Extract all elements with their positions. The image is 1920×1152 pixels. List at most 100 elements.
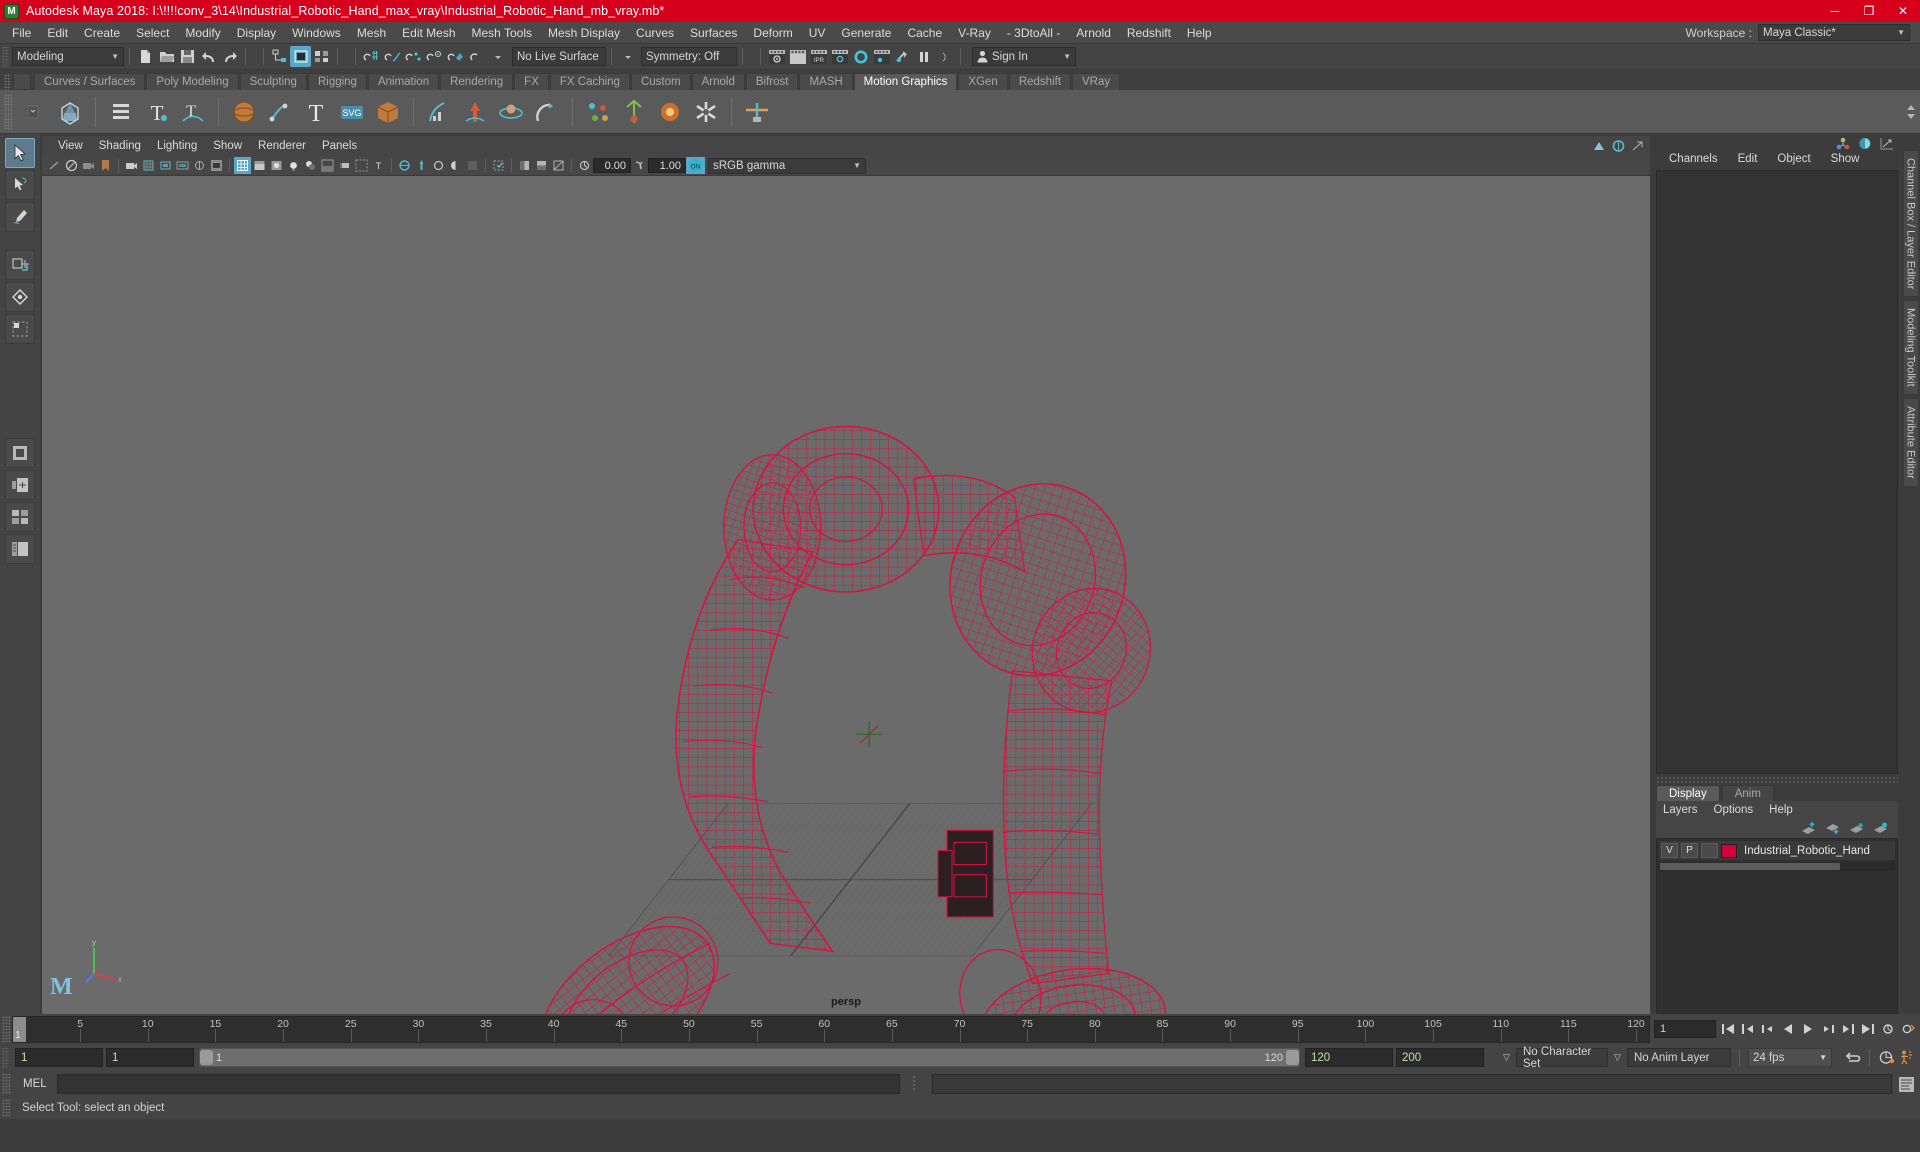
- render-view-button[interactable]: [871, 46, 892, 67]
- use-all-lights-icon[interactable]: [285, 157, 302, 174]
- tab-anim-layers[interactable]: Anim: [1722, 785, 1774, 801]
- redo-button[interactable]: [219, 46, 240, 67]
- lasso-select-tool[interactable]: [5, 170, 35, 200]
- move-tool[interactable]: [5, 250, 35, 280]
- playback-options-icon[interactable]: [1879, 1020, 1896, 1038]
- playback-end-time-field[interactable]: 120: [1305, 1048, 1393, 1067]
- view-transform-c-icon[interactable]: [550, 157, 567, 174]
- menu-3dtoall[interactable]: - 3DtoAll -: [999, 24, 1068, 42]
- mash-svg-icon[interactable]: SVG: [334, 94, 370, 130]
- maximize-button[interactable]: ❐: [1852, 0, 1886, 22]
- motion-blur-icon[interactable]: [336, 157, 353, 174]
- scrollbar-thumb[interactable]: [1660, 863, 1840, 870]
- channel-box-toggle-icon[interactable]: [1836, 137, 1850, 150]
- shelf-scroll-down-button[interactable]: [1906, 113, 1916, 120]
- menu-uv[interactable]: UV: [801, 24, 834, 42]
- camera-attributes-icon[interactable]: [80, 157, 97, 174]
- tab-display-layers[interactable]: Display: [1656, 785, 1720, 801]
- vtab-attribute-editor[interactable]: Attribute Editor: [1903, 398, 1919, 487]
- shelf-tab-rigging[interactable]: Rigging: [308, 73, 367, 90]
- layer-menu-help[interactable]: Help: [1762, 803, 1800, 817]
- menu-edit[interactable]: Edit: [39, 24, 76, 42]
- layer-menu-layers[interactable]: Layers: [1656, 803, 1705, 817]
- menu-create[interactable]: Create: [76, 24, 128, 42]
- select-object-button[interactable]: [290, 46, 311, 67]
- range-slider-bar[interactable]: 1 120: [199, 1048, 1300, 1067]
- loop-playback-icon[interactable]: [1844, 1049, 1861, 1067]
- go-to-end-icon[interactable]: [1859, 1020, 1876, 1038]
- shelf-scroll-up-button[interactable]: [1906, 104, 1916, 111]
- move-layer-down-icon[interactable]: [1825, 822, 1840, 835]
- mash-random-icon[interactable]: [580, 94, 616, 130]
- image-plane-icon[interactable]: [123, 157, 140, 174]
- resolution-gate-icon[interactable]: [174, 157, 191, 174]
- animation-preferences-window-icon[interactable]: [1898, 1049, 1920, 1067]
- channelbox-menu-edit[interactable]: Edit: [1729, 152, 1767, 166]
- script-editor-icon[interactable]: [1896, 1074, 1916, 1094]
- layer-visibility-toggle[interactable]: V: [1661, 843, 1678, 858]
- anim-layer-dropdown-icon[interactable]: ▽: [1611, 1048, 1624, 1067]
- sign-in-combo[interactable]: Sign In ▼: [972, 47, 1076, 66]
- layout-four-pane-icon[interactable]: [5, 502, 35, 532]
- command-language-label[interactable]: MEL: [13, 1078, 57, 1090]
- playback-speed-combo[interactable]: 24 fps ▼: [1748, 1048, 1832, 1067]
- menu-generate[interactable]: Generate: [833, 24, 899, 42]
- layer-list-horizontal-scrollbar[interactable]: [1659, 862, 1895, 871]
- live-surface-field[interactable]: No Live Surface: [512, 47, 606, 66]
- play-forwards-icon[interactable]: [1799, 1020, 1816, 1038]
- viewport-menu-shading[interactable]: Shading: [91, 139, 149, 153]
- animation-start-time-field[interactable]: 1: [15, 1048, 103, 1067]
- ipr-render-button[interactable]: IPR: [808, 46, 829, 67]
- mash-text-t-icon[interactable]: T: [298, 94, 334, 130]
- mash-influence-icon[interactable]: [652, 94, 688, 130]
- shelf-overflow-button[interactable]: [16, 94, 52, 130]
- layer-menu-options[interactable]: Options: [1707, 803, 1761, 817]
- animation-end-time-field[interactable]: 200: [1396, 1048, 1484, 1067]
- menuset-combo[interactable]: Modeling ▼: [12, 47, 124, 66]
- symmetry-dropdown[interactable]: [617, 46, 638, 67]
- shelf-tab-custom[interactable]: Custom: [631, 73, 691, 90]
- playback-start-time-field[interactable]: 1: [106, 1048, 194, 1067]
- panel-restore-icon[interactable]: [1593, 140, 1606, 152]
- texture-icon[interactable]: T: [370, 157, 387, 174]
- mash-type-icon[interactable]: T: [139, 94, 175, 130]
- auto-keyframe-icon[interactable]: [1878, 1049, 1895, 1067]
- save-scene-button[interactable]: [177, 46, 198, 67]
- current-frame-field[interactable]: 1: [1654, 1020, 1716, 1038]
- menu-help[interactable]: Help: [1179, 24, 1220, 42]
- bookmark-icon[interactable]: [97, 157, 114, 174]
- channelbox-menu-object[interactable]: Object: [1768, 152, 1819, 166]
- shelf-tab-rendering[interactable]: Rendering: [440, 73, 513, 90]
- statusline-grip[interactable]: [2, 46, 9, 68]
- range-slider-grip[interactable]: [2, 1047, 9, 1069]
- exposure-field[interactable]: 0.00: [593, 158, 631, 173]
- shelf-tab-animation[interactable]: Animation: [368, 73, 439, 90]
- channelbox-menu-channels[interactable]: Channels: [1660, 152, 1727, 166]
- select-component-button[interactable]: [311, 46, 332, 67]
- mash-arc-icon[interactable]: [529, 94, 565, 130]
- light-editor-button[interactable]: [892, 46, 913, 67]
- channelbox-menu-show[interactable]: Show: [1822, 152, 1869, 166]
- vtab-modeling-toolkit[interactable]: Modeling Toolkit: [1903, 300, 1919, 395]
- shelf-grip[interactable]: [4, 74, 11, 90]
- isolate-select-icon[interactable]: [490, 157, 507, 174]
- shelf-icon-grip[interactable]: [4, 94, 12, 130]
- wireframe-shading-icon[interactable]: [234, 157, 251, 174]
- range-end-handle[interactable]: [1286, 1050, 1299, 1065]
- view-transform-toggle[interactable]: ON: [686, 157, 705, 174]
- menu-redshift[interactable]: Redshift: [1119, 24, 1179, 42]
- command-output-field[interactable]: [932, 1074, 1892, 1094]
- mash-signal-icon[interactable]: [616, 94, 652, 130]
- close-button[interactable]: ✕: [1886, 0, 1920, 22]
- mash-flight-icon[interactable]: [457, 94, 493, 130]
- shelf-tab-xgen[interactable]: XGen: [958, 73, 1007, 90]
- redo-render-button[interactable]: [787, 46, 808, 67]
- shelf-tab-poly-modeling[interactable]: Poly Modeling: [146, 73, 238, 90]
- shelf-tab-arnold[interactable]: Arnold: [692, 73, 745, 90]
- attribute-editor-toggle-icon[interactable]: [1880, 137, 1894, 150]
- panel-tear-off-icon[interactable]: [1612, 140, 1625, 152]
- go-to-start-icon[interactable]: [1719, 1020, 1736, 1038]
- shelf-tab-mash[interactable]: MASH: [799, 73, 852, 90]
- menu-vray[interactable]: V-Ray: [950, 24, 999, 42]
- menu-mesh-tools[interactable]: Mesh Tools: [464, 24, 540, 42]
